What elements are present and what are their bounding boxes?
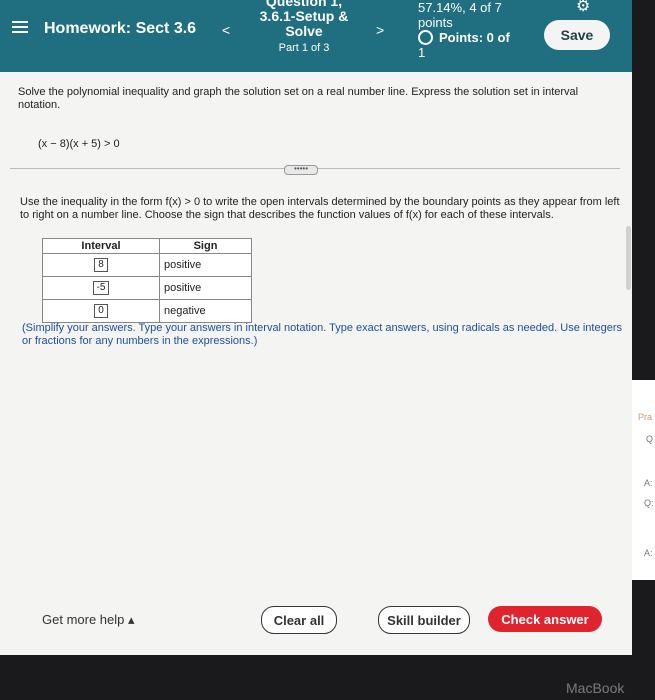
- brand-label: MacBook: [566, 680, 625, 696]
- points-text: Points: 0 of: [439, 30, 510, 45]
- previous-question-button[interactable]: <: [222, 22, 230, 38]
- sign-select[interactable]: positive: [159, 276, 252, 300]
- question-part: Part 1 of 3: [278, 42, 330, 54]
- table-row: 8 positive: [42, 253, 252, 277]
- skill-builder-button[interactable]: Skill builder: [378, 606, 470, 634]
- inequality: (x − 8)(x + 5) > 0: [38, 138, 120, 150]
- table-header-row: Interval Sign: [42, 238, 252, 254]
- points-total: 1: [418, 45, 426, 60]
- points-radio-icon: [418, 30, 433, 45]
- problem-instruction: Solve the polynomial inequality and grap…: [18, 86, 579, 111]
- question-title: Question 1, 3.6.1-Setup & Solve: [259, 0, 349, 39]
- homework-title[interactable]: Homework: Sect 3.6: [44, 20, 196, 38]
- next-question-button[interactable]: >: [376, 22, 384, 38]
- score-percent: 57.14%, 4 of 7: [418, 0, 502, 15]
- side-text: Q: [646, 434, 654, 444]
- interval-header: Interval: [42, 238, 160, 254]
- side-text: Pra: [638, 412, 653, 422]
- sign-header: Sign: [159, 238, 252, 254]
- interval-answer-box[interactable]: 8: [94, 258, 108, 272]
- side-text: A:: [644, 478, 653, 488]
- side-panel: Pra Q A: Q: A:: [632, 380, 655, 580]
- get-more-help-button[interactable]: Get more help ▴: [42, 612, 135, 628]
- question-info: Question 1, 3.6.1-Setup & Solve Part 1 o…: [248, 0, 360, 54]
- score-block: 57.14%, 4 of 7 points Points: 0 of 1: [418, 0, 536, 60]
- top-bar: Homework: Sect 3.6 < Question 1, 3.6.1-S…: [0, 0, 632, 72]
- sign-select[interactable]: positive: [159, 253, 252, 277]
- interval-answer-box[interactable]: -5: [92, 281, 110, 295]
- step-instruction: Use the inequality in the form f(x) > 0 …: [20, 196, 620, 221]
- table-row: 0 negative: [42, 299, 252, 323]
- scrollbar-thumb[interactable]: [626, 226, 631, 290]
- sign-select[interactable]: negative: [159, 299, 252, 323]
- gear-icon[interactable]: ⚙: [576, 0, 590, 16]
- side-text: A:: [644, 548, 653, 558]
- table-row: -5 positive: [42, 276, 252, 300]
- answer-note: (Simplify your answers. Type your answer…: [22, 322, 622, 347]
- clear-all-button[interactable]: Clear all: [261, 606, 337, 634]
- side-text: Q:: [644, 498, 654, 508]
- expand-button[interactable]: •••••: [284, 165, 318, 175]
- sign-table: Interval Sign 8 positive -5 positive 0 n…: [42, 238, 252, 323]
- score-points-label: points: [418, 15, 453, 30]
- app-screen: Homework: Sect 3.6 < Question 1, 3.6.1-S…: [0, 0, 632, 655]
- save-button[interactable]: Save: [544, 20, 610, 50]
- check-answer-button[interactable]: Check answer: [488, 606, 602, 632]
- menu-icon[interactable]: [12, 18, 28, 34]
- points-row: Points: 0 of: [418, 30, 536, 45]
- footer: Get more help ▴ Clear all Skill builder …: [0, 600, 632, 640]
- interval-answer-box[interactable]: 0: [94, 304, 108, 318]
